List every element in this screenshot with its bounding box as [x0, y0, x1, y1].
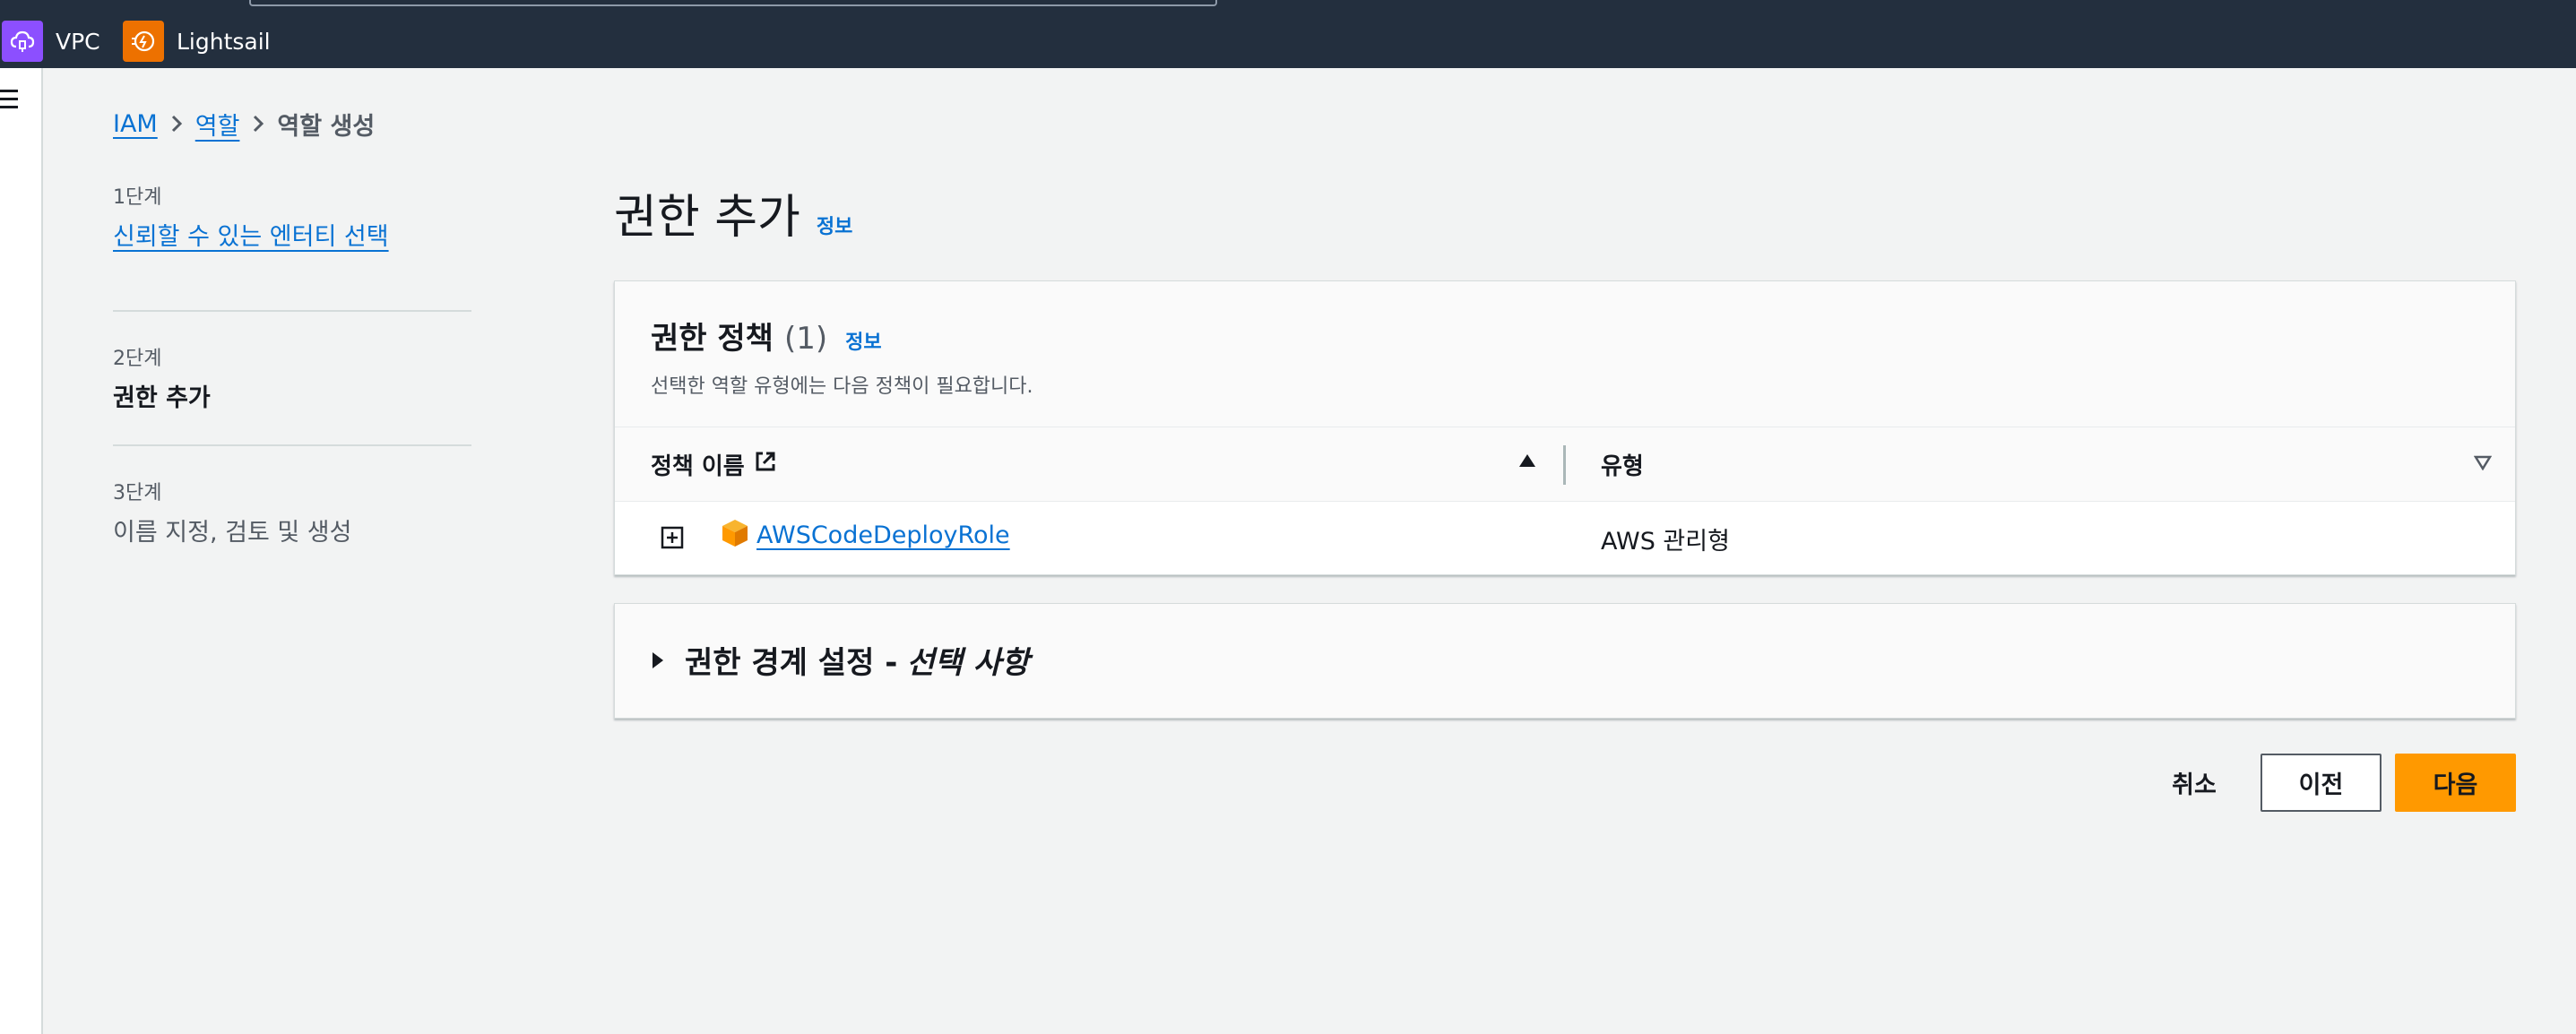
external-link-icon — [754, 450, 777, 479]
step-number: 3단계 — [113, 482, 162, 504]
service-label-vpc: VPC — [56, 28, 100, 55]
column-resize-handle[interactable] — [1563, 445, 1566, 485]
breadcrumb-iam[interactable]: IAM — [113, 110, 158, 138]
page-info-link[interactable]: 정보 — [817, 211, 852, 239]
next-button[interactable]: 다음 — [2395, 754, 2516, 812]
aws-managed-cube-icon — [721, 518, 749, 552]
policies-title: 권한 정책 — [651, 321, 774, 357]
column-label-type: 유형 — [1601, 452, 1644, 480]
permission-policies-container: 권한 정책 (1) 정보 선택한 역할 유형에는 다음 정책이 필요합니다. 정… — [614, 280, 2516, 575]
permissions-boundary-toggle[interactable]: 권한 경계 설정 - 선택 사항 — [651, 638, 1029, 682]
service-label-lightsail: Lightsail — [177, 28, 271, 55]
expand-plus-icon[interactable] — [660, 525, 685, 554]
policy-link-awscodedeployrole[interactable]: AWSCodeDeployRole — [756, 521, 1010, 549]
previous-button[interactable]: 이전 — [2260, 754, 2382, 812]
menu-hamburger-icon[interactable] — [0, 90, 18, 113]
lightsail-icon — [123, 21, 164, 62]
step-link-select-trusted-entity[interactable]: 신뢰할 수 있는 엔터티 선택 — [113, 217, 471, 252]
sort-descending-icon[interactable] — [2473, 454, 2493, 474]
breadcrumb: IAM 역할 역할 생성 — [113, 106, 375, 142]
page-title: 권한 추가 — [614, 191, 800, 245]
service-shortcut-lightsail[interactable]: Lightsail — [123, 21, 271, 62]
step-number: 2단계 — [113, 348, 162, 370]
wizard-step-1: 1단계 신뢰할 수 있는 엔터티 선택 — [113, 177, 471, 312]
side-navigation-rail — [0, 68, 43, 1034]
policies-header: 권한 정책 (1) 정보 선택한 역할 유형에는 다음 정책이 필요합니다. — [615, 281, 2515, 427]
breadcrumb-roles[interactable]: 역할 — [195, 107, 240, 142]
cancel-button[interactable]: 취소 — [2149, 754, 2239, 812]
wizard-steps: 1단계 신뢰할 수 있는 엔터티 선택 2단계 권한 추가 3단계 이름 지정,… — [113, 177, 471, 581]
chevron-right-icon — [239, 106, 277, 142]
table-row: AWSCodeDeployRole AWS 관리형 — [615, 502, 2515, 573]
search-input[interactable] — [249, 0, 1217, 6]
boundary-title: 권한 경계 설정 - — [685, 645, 898, 681]
permissions-boundary-container[interactable]: 권한 경계 설정 - 선택 사항 — [614, 603, 2516, 719]
caret-right-icon — [651, 642, 665, 678]
policies-description: 선택한 역할 유형에는 다음 정책이 필요합니다. — [651, 375, 1033, 398]
column-label-policy-name: 정책 이름 — [651, 452, 745, 480]
chevron-right-icon — [158, 106, 195, 142]
step-title-name-review-create: 이름 지정, 검토 및 생성 — [113, 519, 352, 547]
step-number: 1단계 — [113, 186, 162, 209]
policies-info-link[interactable]: 정보 — [845, 326, 881, 355]
service-shortcut-vpc[interactable]: VPC — [2, 21, 100, 62]
column-header-type[interactable]: 유형 — [1601, 448, 1644, 481]
wizard-step-3: 3단계 이름 지정, 검토 및 생성 — [113, 446, 471, 581]
sort-ascending-icon[interactable] — [1518, 452, 1536, 472]
policies-count: (1) — [783, 321, 828, 357]
step-title-add-permissions: 권한 추가 — [113, 384, 211, 412]
vpc-cloud-icon — [2, 21, 43, 62]
column-header-policy-name[interactable]: 정책 이름 — [651, 448, 777, 481]
policies-table-header: 정책 이름 유형 — [615, 427, 2515, 502]
boundary-optional: 선택 사항 — [906, 645, 1030, 681]
top-navigation: VPC Lightsail — [0, 0, 2576, 68]
policy-type-cell: AWS 관리형 — [1601, 528, 1730, 556]
breadcrumb-create-role: 역할 생성 — [277, 112, 376, 141]
page-header: 권한 추가 정보 — [614, 179, 852, 245]
wizard-step-2: 2단계 권한 추가 — [113, 312, 471, 446]
